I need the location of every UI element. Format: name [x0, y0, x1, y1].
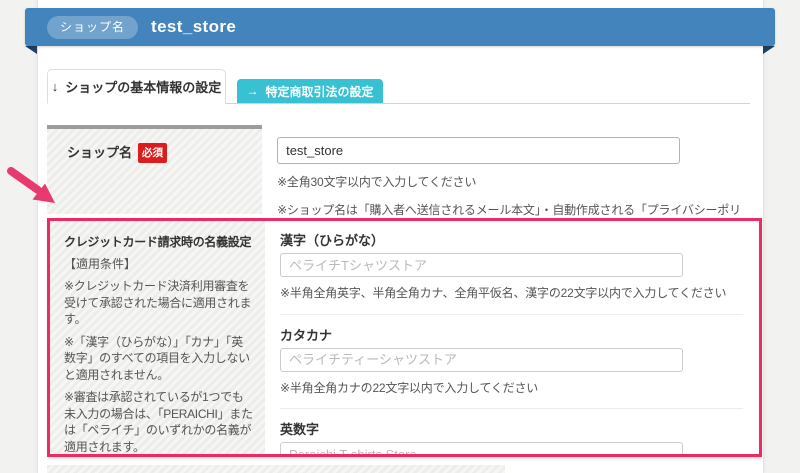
credit-card-fields-cell: 漢字（ひらがな） ※半角全角英字、半角全角カナ、全角平仮名、漢字の22文字以内で… — [265, 221, 759, 454]
tab-tokutei-shotorihiki[interactable]: → 特定商取引法の設定 — [237, 79, 383, 103]
shop-settings-page: ショップ名 test_store ↓ ショップの基本情報の設定 → 特定商取引法… — [0, 0, 800, 473]
credit-card-label-cell: クレジットカード請求時の名義設定 【適用条件】 ※クレジットカード決済利用審査を… — [50, 221, 265, 454]
shop-name-label-cell: ショップ名必須 — [47, 125, 262, 214]
katakana-input[interactable] — [280, 348, 683, 372]
credit-card-note-3: ※審査は承認されているが1つでも未入力の場合は、「PERAICHI」または「ペラ… — [64, 389, 253, 455]
credit-card-note-2: ※「漢字（ひらがな）」「カナ」「英数字」のすべての項目を入力しないと適用されませ… — [64, 334, 253, 384]
alphanumeric-field: 英数字 ※半角英数字、半角スペースの22文字以内で入力してください — [280, 419, 743, 457]
shop-header-ribbon: ショップ名 test_store — [25, 8, 775, 46]
annotation-arrow-icon — [5, 166, 65, 212]
required-badge: 必須 — [138, 143, 167, 163]
credit-card-note-1: ※クレジットカード決済利用審査を受けて承認された場合に適用されます。 — [64, 278, 253, 328]
katakana-label: カタカナ — [280, 325, 743, 344]
shop-name-input-cell: ※全角30文字以内で入力してください ※ショップ名は「購入者へ送信されるメール本… — [262, 125, 750, 218]
tab-tokutei-label: 特定商取引法の設定 — [265, 83, 373, 100]
ribbon-fold-right — [763, 46, 775, 54]
katakana-note: ※半角全角カナの22文字以内で入力してください — [280, 379, 743, 398]
shop-name-input[interactable] — [277, 137, 680, 164]
shop-name-badge: ショップ名 — [47, 16, 138, 39]
alphanumeric-input[interactable] — [280, 442, 683, 457]
kanji-hiragana-input[interactable] — [280, 253, 683, 277]
shop-name-row: ショップ名必須 ※全角30文字以内で入力してください ※ショップ名は「購入者へ送… — [47, 125, 750, 218]
tab-bar: ↓ ショップの基本情報の設定 → 特定商取引法の設定 — [47, 69, 750, 104]
kanji-hiragana-label: 漢字（ひらがな） — [280, 230, 743, 249]
field-divider — [280, 314, 743, 315]
credit-card-conditions-heading: 【適用条件】 — [64, 255, 253, 272]
field-divider — [280, 408, 743, 409]
kanji-hiragana-note: ※半角全角英字、半角全角カナ、全角平仮名、漢字の22文字以内で入力してください — [280, 284, 743, 303]
credit-card-section-title: クレジットカード請求時の名義設定 — [64, 233, 253, 250]
alphanumeric-label: 英数字 — [280, 419, 743, 438]
credit-card-name-section: クレジットカード請求時の名義設定 【適用条件】 ※クレジットカード決済利用審査を… — [47, 218, 762, 457]
katakana-field: カタカナ ※半角全角カナの22文字以内で入力してください — [280, 325, 743, 398]
ribbon-fold-left — [25, 46, 37, 54]
page-title: test_store — [151, 17, 236, 37]
next-row-stub — [47, 465, 505, 473]
shop-name-note-1: ※全角30文字以内で入力してください — [277, 173, 750, 192]
tab-basic-info-label: ショップの基本情報の設定 — [65, 77, 221, 96]
kanji-hiragana-field: 漢字（ひらがな） ※半角全角英字、半角全角カナ、全角平仮名、漢字の22文字以内で… — [280, 230, 743, 303]
right-arrow-icon: → — [246, 84, 258, 98]
shop-name-label: ショップ名 — [67, 145, 132, 160]
down-arrow-icon: ↓ — [52, 79, 59, 94]
tab-basic-info[interactable]: ↓ ショップの基本情報の設定 — [47, 69, 226, 104]
